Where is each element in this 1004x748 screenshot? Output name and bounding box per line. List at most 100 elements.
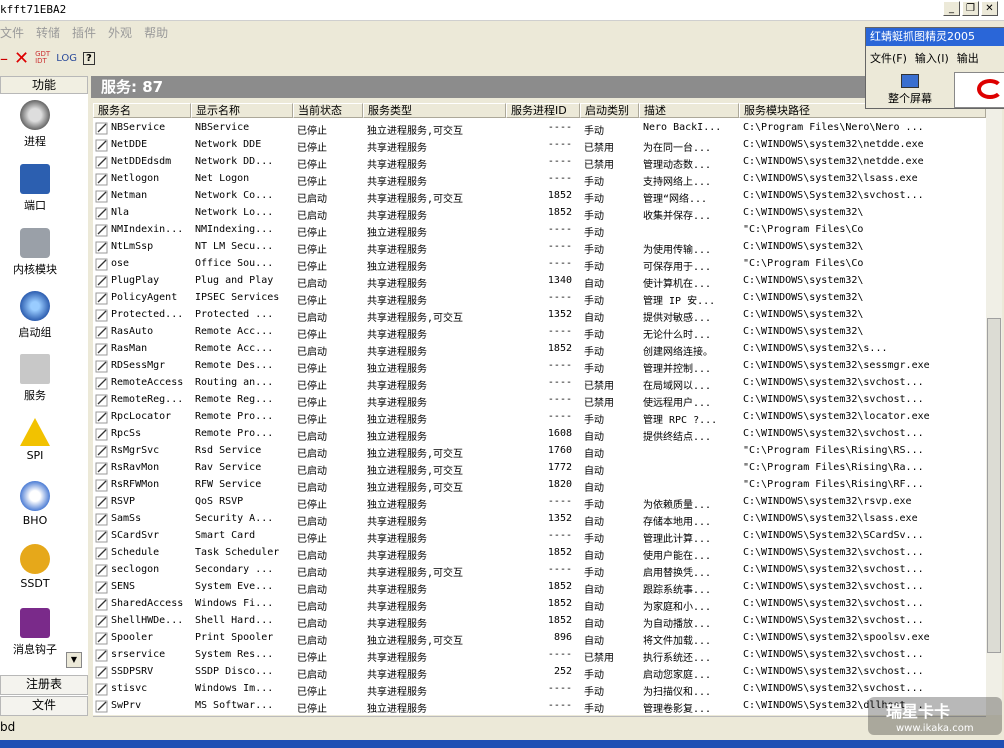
col-type: 共享进程服务 [367,245,427,256]
table-row[interactable]: RDSessMgr Remote Des... 已停止 独立进程服务 ---- 手动 管理并… [93,358,986,375]
table-row[interactable]: NBService NBService 已停止 独立进程服务,可交互 ---- 手动 Ner… [93,120,986,137]
menu-file[interactable]: 文件 [0,22,30,42]
col-description-header[interactable]: 描述 [639,103,739,118]
table-row[interactable]: RasMan Remote Acc... 已启动 共享进程服务 1852 手动 创建网络连接… [93,341,986,358]
table-row[interactable]: Spooler Print Spooler 已启动 独立进程服务,可交互 896 自动 将文… [93,630,986,647]
sidebar-item-process[interactable]: 进程 [0,100,70,149]
col-status-header[interactable]: 当前状态 [293,103,363,118]
table-row[interactable]: RsRavMon Rav Service 已启动 独立进程服务,可交互 1772 自动 "C… [93,460,986,477]
horizontal-scrollbar[interactable] [93,716,986,723]
sidebar-item-message-hook[interactable]: 消息钩子 [0,608,70,657]
service-icon [95,564,109,577]
col-pid-header[interactable]: 服务进程ID [506,103,580,118]
menu-appearance[interactable]: 外观 [108,22,138,42]
col-type: 独立进程服务 [367,704,427,715]
table-row[interactable]: SamSs Security A... 已启动 共享进程服务 1352 自动 存储本地用..… [93,511,986,528]
col-pid: 1760 [547,445,572,456]
table-row[interactable]: stisvc Windows Im... 已停止 共享进程服务 ---- 手动 为扫描仪和.… [93,681,986,698]
sidebar-header[interactable]: 功能 [0,76,88,94]
vertical-scrollbar[interactable] [986,103,1002,715]
sidebar-item-startup[interactable]: 启动组 [0,291,70,340]
table-row[interactable]: RasAuto Remote Acc... 已停止 共享进程服务 ---- 手动 无论什么时… [93,324,986,341]
table-row[interactable]: ose Office Sou... 已停止 独立进程服务 ---- 手动 可保存用于... "… [93,256,986,273]
table-row[interactable]: Schedule Task Scheduler 已启动 共享进程服务 1852 自动 使用户… [93,545,986,562]
col-display-name-header[interactable]: 显示名称 [191,103,293,118]
col-path: C:\WINDOWS\system32\svchost... [743,581,924,592]
col-start-type: 手动 [584,245,604,256]
table-row[interactable]: RemoteReg... Remote Reg... 已停止 共享进程服务 ---- 已禁… [93,392,986,409]
table-row[interactable]: PolicyAgent IPSEC Services 已停止 共享进程服务 ---- 手动… [93,290,986,307]
col-status: 已停止 [297,364,327,375]
col-type: 共享进程服务 [367,653,427,664]
col-description: 无论什么时... [643,330,712,341]
menu-dump[interactable]: 转储 [36,22,66,42]
table-row[interactable]: srservice System Res... 已停止 共享进程服务 ---- 已禁用 执行… [93,647,986,664]
col-service-name: RemoteReg... [111,394,184,405]
service-icon [95,598,109,611]
restore-icon[interactable]: ❐ [962,1,979,16]
gdt-idt-icon[interactable]: GDT IDT [35,51,50,65]
table-row[interactable]: SSDPSRV SSDP Disco... 已启动 共享进程服务 252 手动 启动您家庭.… [93,664,986,681]
help-button[interactable]: ? [83,51,95,65]
sidebar-item-kernel-modules[interactable]: 内核模块 [0,228,70,277]
float-menu-output[interactable]: 输出 [957,50,979,66]
table-row[interactable]: RpcLocator Remote Pro... 已停止 独立进程服务 ---- 手动 管理… [93,409,986,426]
col-service-name: srservice [111,649,166,660]
table-row[interactable]: NetDDEdsdm Network DD... 已停止 共享进程服务 ---- 已禁用 管… [93,154,986,171]
col-start-type-header[interactable]: 启动类别 [580,103,639,118]
table-row[interactable]: seclogon Secondary ... 已启动 共享进程服务,可交互 ---- 手动… [93,562,986,579]
chevron-down-icon[interactable]: ▼ [66,652,82,668]
col-description: 管理并控制... [643,364,712,375]
col-status: 已停止 [297,262,327,273]
col-start-type: 已禁用 [584,381,614,392]
col-start-type: 手动 [584,347,604,358]
col-service-name-header[interactable]: 服务名 [93,103,191,118]
col-description: 使用户能在... [643,551,712,562]
table-row[interactable]: NtLmSsp NT LM Secu... 已停止 共享进程服务 ---- 手动 为使用传输… [93,239,986,256]
table-row[interactable]: NetDDE Network DDE 已停止 共享进程服务 ---- 已禁用 为在同一台..… [93,137,986,154]
minus-icon[interactable]: – [0,49,8,68]
sidebar-file-button[interactable]: 文件 [0,696,88,716]
table-row[interactable]: Netman Network Co... 已启动 共享进程服务,可交互 1852 手动 管理… [93,188,986,205]
col-status: 已停止 [297,381,327,392]
table-row[interactable]: SwPrv MS Softwar... 已停止 独立进程服务 ---- 手动 管理卷影复..… [93,698,986,715]
sidebar-item-ssdt[interactable]: SSDT [0,544,70,590]
full-screen-button[interactable]: 整个屏幕 [870,74,950,105]
log-button[interactable]: LOG [56,53,77,64]
close-icon[interactable]: ✕ [981,1,998,16]
table-row[interactable]: SharedAccess Windows Fi... 已启动 共享进程服务 1852 自动… [93,596,986,613]
menu-help[interactable]: 帮助 [144,22,174,42]
table-row[interactable]: Nla Network Lo... 已启动 共享进程服务 1852 手动 收集并保存... C… [93,205,986,222]
float-menu-input[interactable]: 输入(I) [915,50,949,66]
table-row[interactable]: SCardSvr Smart Card 已停止 共享进程服务 ---- 手动 管理此计算..… [93,528,986,545]
sidebar-item-bho[interactable]: BHO [0,481,70,527]
table-row[interactable]: NMIndexin... NMIndexing... 已停止 独立进程服务 ---- 手动… [93,222,986,239]
col-start-type: 自动 [584,466,604,477]
table-row[interactable]: Netlogon Net Logon 已停止 共享进程服务 ---- 手动 支持网络上...… [93,171,986,188]
table-row[interactable]: RpcSs Remote Pro... 已启动 独立进程服务 1608 自动 提供终结点..… [93,426,986,443]
sidebar-item-spi[interactable]: SPI [0,418,70,462]
sidebar-item-label: SSDT [20,577,50,590]
sidebar-registry-button[interactable]: 注册表 [0,675,88,695]
service-icon [95,309,109,322]
table-row[interactable]: RSVP QoS RSVP 已停止 独立进程服务 ---- 手动 为依赖质量... C:\WI… [93,494,986,511]
table-row[interactable]: Protected... Protected ... 已启动 共享进程服务,可交互 13… [93,307,986,324]
menu-plugins[interactable]: 插件 [72,22,102,42]
table-row[interactable]: SENS System Eve... 已启动 共享进程服务 1852 自动 跟踪系统事...… [93,579,986,596]
col-type-header[interactable]: 服务类型 [363,103,506,118]
delete-icon[interactable]: ✕ [14,48,29,69]
sidebar-item-port[interactable]: 端口 [0,164,70,213]
table-row[interactable]: RemoteAccess Routing an... 已停止 共享进程服务 ---- 已禁… [93,375,986,392]
table-row[interactable]: PlugPlay Plug and Play 已启动 共享进程服务 1340 自动 使计算机… [93,273,986,290]
col-path: C:\WINDOWS\system32\ [743,292,864,303]
minimize-icon[interactable]: _ [943,1,960,16]
table-row[interactable]: RsMgrSvc Rsd Service 已启动 独立进程服务,可交互 1760 自动 "C… [93,443,986,460]
col-description: 可保存用于... [643,262,712,273]
table-row[interactable]: ShellHWDe... Shell Hard... 已启动 共享进程服务 1852 自动… [93,613,986,630]
col-path: C:\WINDOWS\system32\lsass.exe [743,513,918,524]
table-row[interactable]: RsRFWMon RFW Service 已启动 独立进程服务,可交互 1820 自动 "C… [93,477,986,494]
float-menu-file[interactable]: 文件(F) [870,50,907,66]
scrollbar-thumb[interactable] [987,318,1001,653]
sidebar-item-services[interactable]: 服务 [0,354,70,403]
capture-button[interactable] [954,72,1004,108]
